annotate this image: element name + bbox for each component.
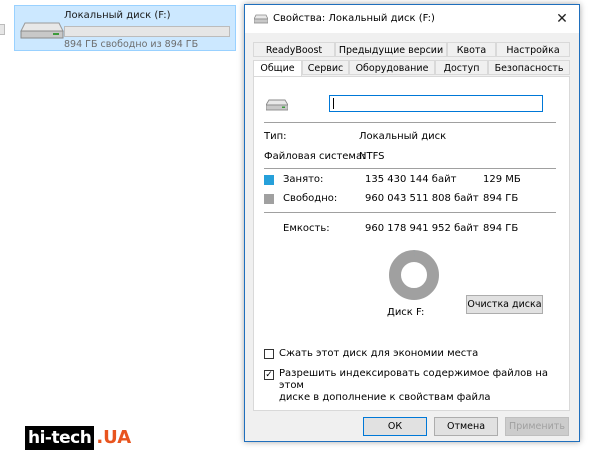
tab-quota[interactable]: Квота: [447, 42, 496, 57]
hitech-watermark-logo: hi-tech .UA: [25, 426, 131, 452]
disk-caption: Диск F:: [387, 307, 425, 318]
logo-part-hitech: hi-tech: [25, 426, 95, 450]
filesystem-label: Файловая система:: [264, 151, 366, 162]
free-short: 894 ГБ: [483, 193, 519, 204]
drive-tile-f[interactable]: Локальный диск (F:) 894 ГБ свободно из 8…: [14, 5, 236, 51]
properties-window: Свойства: Локальный диск (F:) ✕ ReadyBoo…: [244, 4, 580, 442]
used-color-swatch: [264, 175, 274, 185]
capacity-bytes: 960 178 941 952 байт: [365, 223, 479, 234]
index-label-line2: диске в дополнение к свойствам файла: [279, 392, 491, 403]
logo-part-ua: .UA: [96, 427, 132, 448]
used-bytes: 135 430 144 байт: [365, 174, 457, 185]
general-panel: Тип: Локальный диск Файловая система: NT…: [253, 76, 570, 411]
used-short: 129 МБ: [483, 174, 521, 185]
capacity-short: 894 ГБ: [483, 223, 519, 234]
tab-general[interactable]: Общие: [253, 60, 302, 76]
drive-name: Локальный диск (F:): [64, 10, 171, 21]
disk-usage-donut: [389, 250, 439, 300]
tab-tools[interactable]: Сервис: [302, 60, 349, 75]
hard-drive-icon: [20, 22, 64, 39]
filesystem-value: NTFS: [359, 151, 385, 162]
drive-label-input[interactable]: [329, 95, 543, 112]
text-caret: [333, 97, 334, 109]
index-label-line1: Разрешить индексировать содержимое файло…: [279, 368, 549, 391]
type-value: Локальный диск: [359, 131, 447, 142]
title-bar[interactable]: Свойства: Локальный диск (F:) ✕: [245, 5, 579, 33]
previous-drive-usage-bar: [0, 24, 5, 35]
compress-label: Сжать этот диск для экономии места: [279, 348, 479, 359]
drive-usage-bar: [64, 26, 230, 37]
separator: [264, 168, 556, 169]
ok-button[interactable]: ОК: [363, 417, 427, 436]
separator: [264, 212, 556, 213]
drive-free-space: 894 ГБ свободно из 894 ГБ: [64, 39, 199, 50]
close-icon[interactable]: ✕: [547, 5, 577, 33]
type-label: Тип:: [264, 131, 287, 142]
index-label: Разрешить индексировать содержимое файло…: [279, 368, 569, 404]
tab-customize[interactable]: Настройка: [496, 42, 570, 57]
free-color-swatch: [264, 194, 274, 204]
tab-sharing[interactable]: Доступ: [435, 60, 488, 75]
disk-cleanup-button[interactable]: Очистка диска: [466, 295, 543, 314]
free-bytes: 960 043 511 808 байт: [365, 193, 479, 204]
hard-drive-icon: [254, 14, 268, 24]
separator: [264, 122, 556, 123]
free-label: Свободно:: [283, 193, 338, 204]
used-label: Занято:: [283, 174, 324, 185]
hard-drive-icon: [266, 99, 288, 111]
compress-checkbox[interactable]: [264, 349, 274, 359]
tab-previous-versions[interactable]: Предыдущие версии: [335, 42, 447, 57]
cancel-button[interactable]: Отмена: [434, 417, 498, 436]
checkmark-icon: ✓: [265, 370, 273, 380]
tab-hardware[interactable]: Оборудование: [349, 60, 435, 75]
index-checkbox[interactable]: ✓: [264, 370, 274, 380]
tab-readyboost[interactable]: ReadyBoost: [253, 42, 335, 57]
apply-button[interactable]: Применить: [505, 417, 569, 436]
window-title: Свойства: Локальный диск (F:): [273, 13, 435, 24]
capacity-label: Емкость:: [283, 223, 330, 234]
tab-security[interactable]: Безопасность: [488, 60, 570, 75]
